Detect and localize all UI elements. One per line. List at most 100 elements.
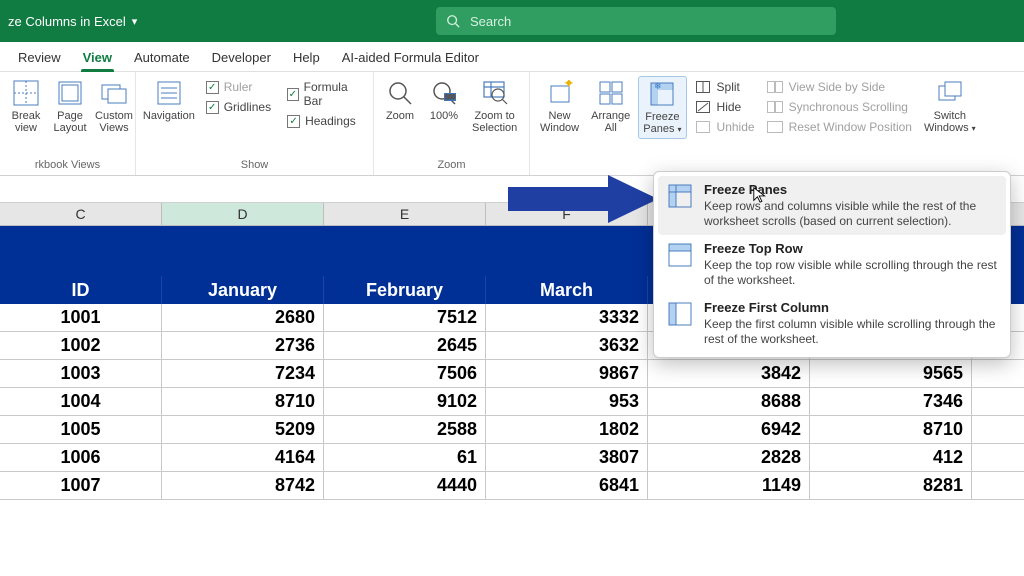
cell-value[interactable]: 8710 bbox=[162, 388, 324, 415]
cell-value[interactable]: 2736 bbox=[162, 332, 324, 359]
cell-value[interactable]: 6841 bbox=[486, 472, 648, 499]
cell-value[interactable]: 9102 bbox=[324, 388, 486, 415]
navigation-label: Navigation bbox=[143, 110, 195, 122]
search-box[interactable]: Search bbox=[436, 7, 836, 35]
zoom-100-button[interactable]: 100 100% bbox=[424, 76, 464, 124]
split-icon bbox=[695, 81, 711, 93]
cell-value[interactable]: 2828 bbox=[648, 444, 810, 471]
cell-value[interactable]: 7506 bbox=[324, 360, 486, 387]
cell-value[interactable]: 7234 bbox=[162, 360, 324, 387]
option-desc: Keep the first column visible while scro… bbox=[704, 317, 998, 347]
column-header-c[interactable]: C bbox=[0, 203, 162, 225]
switch-windows-button[interactable]: Switch Windows ▾ bbox=[920, 76, 980, 137]
arrange-all-label: Arrange All bbox=[591, 110, 630, 134]
cell-value[interactable]: 2680 bbox=[162, 304, 324, 331]
column-header-d[interactable]: D bbox=[162, 203, 324, 225]
tab-view[interactable]: View bbox=[81, 46, 114, 71]
freeze-panes-icon bbox=[666, 182, 694, 210]
tab-review[interactable]: Review bbox=[16, 46, 63, 71]
freeze-panes-dropdown: Freeze Panes Keep rows and columns visib… bbox=[653, 171, 1011, 358]
cell-value[interactable]: 953 bbox=[486, 388, 648, 415]
cell-value[interactable]: 4440 bbox=[324, 472, 486, 499]
tab-automate[interactable]: Automate bbox=[132, 46, 192, 71]
ruler-checkbox[interactable]: ✓Ruler bbox=[206, 80, 271, 94]
zoom-100-icon: 100 bbox=[429, 78, 459, 108]
zoom-100-label: 100% bbox=[430, 110, 458, 122]
cell-value[interactable]: 7346 bbox=[810, 388, 972, 415]
gridlines-checkbox[interactable]: ✓Gridlines bbox=[206, 100, 271, 114]
search-icon bbox=[446, 14, 460, 28]
freeze-panes-icon: ❄ bbox=[647, 79, 677, 109]
cell-id[interactable]: 1005 bbox=[0, 416, 162, 443]
page-break-preview-button[interactable]: Break view bbox=[6, 76, 46, 136]
cell-value[interactable]: 8688 bbox=[648, 388, 810, 415]
th-february: February bbox=[324, 276, 486, 304]
cell-value[interactable]: 9867 bbox=[486, 360, 648, 387]
freeze-panes-label: Freeze Panes ▾ bbox=[643, 111, 681, 136]
tab-developer[interactable]: Developer bbox=[210, 46, 273, 71]
tab-help[interactable]: Help bbox=[291, 46, 322, 71]
cell-value[interactable]: 9565 bbox=[810, 360, 972, 387]
cell-value[interactable]: 3842 bbox=[648, 360, 810, 387]
freeze-top-row-option[interactable]: Freeze Top Row Keep the top row visible … bbox=[658, 235, 1006, 294]
cell-value[interactable]: 8742 bbox=[162, 472, 324, 499]
new-window-button[interactable]: ✦ New Window bbox=[536, 76, 583, 136]
custom-views-label: Custom Views bbox=[95, 110, 133, 134]
search-placeholder: Search bbox=[470, 14, 511, 29]
cell-value[interactable]: 412 bbox=[810, 444, 972, 471]
title-bar: ze Columns in Excel ▾ Search bbox=[0, 0, 1024, 42]
cell-value[interactable]: 8710 bbox=[810, 416, 972, 443]
cell-value[interactable]: 8281 bbox=[810, 472, 972, 499]
cell-value[interactable]: 1149 bbox=[648, 472, 810, 499]
zoom-to-selection-button[interactable]: Zoom to Selection bbox=[468, 76, 521, 136]
custom-views-button[interactable]: Custom Views bbox=[94, 76, 134, 136]
zoom-button[interactable]: Zoom bbox=[380, 76, 420, 124]
th-january: January bbox=[162, 276, 324, 304]
cell-id[interactable]: 1003 bbox=[0, 360, 162, 387]
cell-value[interactable]: 2645 bbox=[324, 332, 486, 359]
cell-value[interactable]: 2588 bbox=[324, 416, 486, 443]
cell-id[interactable]: 1007 bbox=[0, 472, 162, 499]
option-desc: Keep rows and columns visible while the … bbox=[704, 199, 998, 229]
freeze-panes-button[interactable]: ❄ Freeze Panes ▾ bbox=[638, 76, 686, 139]
workbook-title[interactable]: ze Columns in Excel ▾ bbox=[8, 14, 137, 29]
cell-value[interactable]: 6942 bbox=[648, 416, 810, 443]
synchronous-scrolling-button: Synchronous Scrolling bbox=[767, 98, 912, 116]
option-title: Freeze Panes bbox=[704, 182, 998, 197]
hide-button[interactable]: Hide bbox=[695, 98, 755, 116]
checkbox-icon: ✓ bbox=[287, 115, 300, 128]
tab-ai-formula[interactable]: AI-aided Formula Editor bbox=[340, 46, 481, 71]
th-march: March bbox=[486, 276, 648, 304]
switch-windows-icon bbox=[935, 78, 965, 108]
cell-id[interactable]: 1004 bbox=[0, 388, 162, 415]
freeze-first-column-option[interactable]: Freeze First Column Keep the first colum… bbox=[658, 294, 1006, 353]
navigation-button[interactable]: Navigation bbox=[142, 76, 196, 124]
cell-value[interactable]: 7512 bbox=[324, 304, 486, 331]
custom-views-icon bbox=[99, 78, 129, 108]
new-window-label: New Window bbox=[540, 110, 579, 134]
cell-id[interactable]: 1002 bbox=[0, 332, 162, 359]
cell-value[interactable]: 61 bbox=[324, 444, 486, 471]
navigation-icon bbox=[154, 78, 184, 108]
cell-value[interactable]: 5209 bbox=[162, 416, 324, 443]
zoom-selection-icon bbox=[480, 78, 510, 108]
cell-id[interactable]: 1006 bbox=[0, 444, 162, 471]
cell-value[interactable]: 1802 bbox=[486, 416, 648, 443]
formula-bar-checkbox[interactable]: ✓Formula Bar bbox=[287, 80, 361, 108]
cell-value[interactable]: 3807 bbox=[486, 444, 648, 471]
freeze-panes-option[interactable]: Freeze Panes Keep rows and columns visib… bbox=[658, 176, 1006, 235]
reset-window-position-button: Reset Window Position bbox=[767, 118, 912, 136]
split-button[interactable]: Split bbox=[695, 78, 755, 96]
table-row: 100641646138072828412 bbox=[0, 444, 1024, 472]
cell-id[interactable]: 1001 bbox=[0, 304, 162, 331]
th-id: ID bbox=[0, 276, 162, 304]
page-layout-button[interactable]: Page Layout bbox=[50, 76, 90, 136]
cell-value[interactable]: 4164 bbox=[162, 444, 324, 471]
new-window-icon: ✦ bbox=[545, 78, 575, 108]
headings-checkbox[interactable]: ✓Headings bbox=[287, 114, 361, 128]
cell-value[interactable]: 3632 bbox=[486, 332, 648, 359]
column-header-e[interactable]: E bbox=[324, 203, 486, 225]
arrange-all-button[interactable]: Arrange All bbox=[587, 76, 634, 136]
freeze-first-column-icon bbox=[666, 300, 694, 328]
cell-value[interactable]: 3332 bbox=[486, 304, 648, 331]
